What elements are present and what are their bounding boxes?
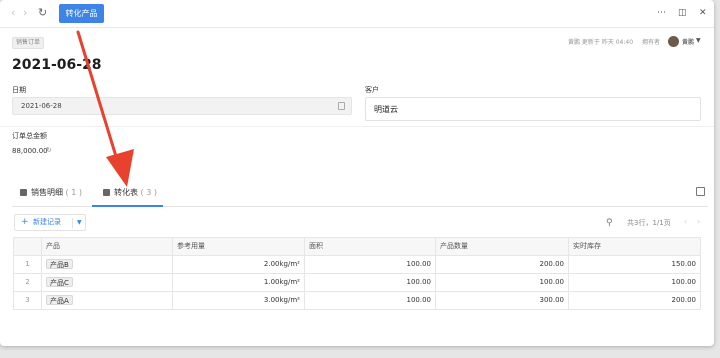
record-window: ‹ › ↻ 转化产品 ⋯ ◫ ✕ 销售订单 黄鹏 更新于 昨天 04:40 拥有… (0, 0, 714, 346)
annotation-arrow (76, 30, 134, 187)
arrow-head (106, 149, 134, 187)
arrow-shaft (76, 30, 120, 165)
